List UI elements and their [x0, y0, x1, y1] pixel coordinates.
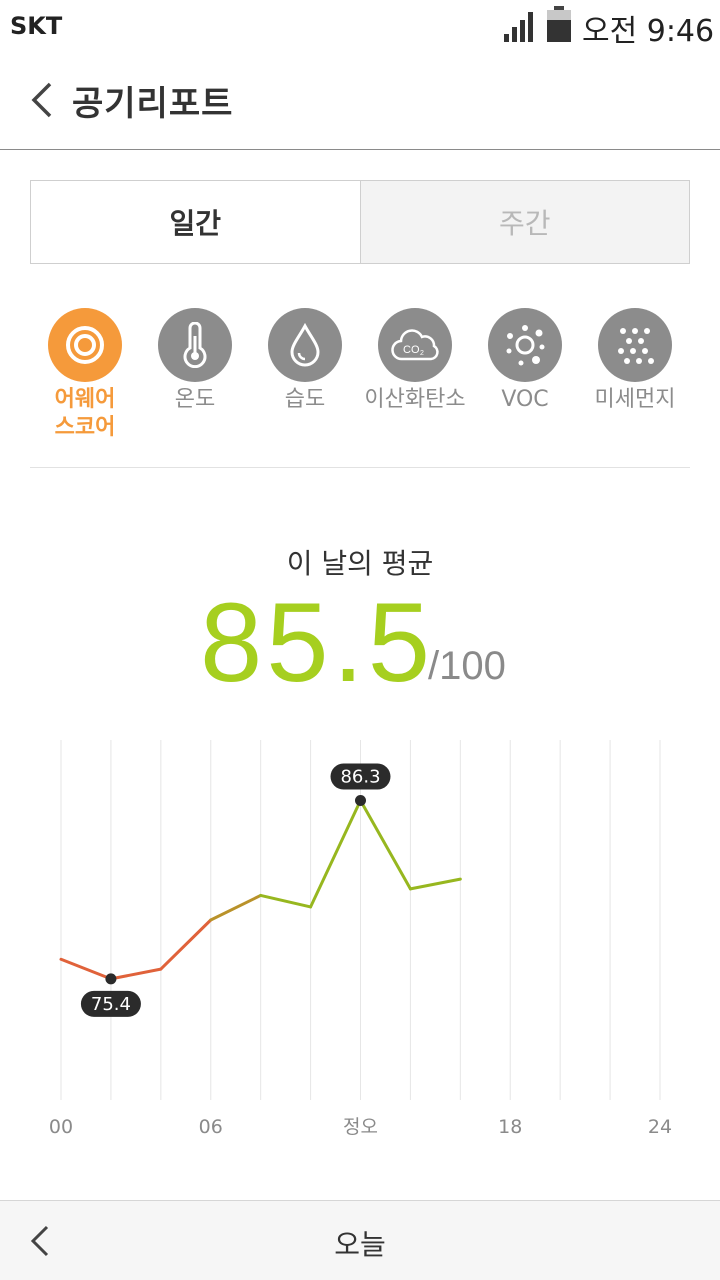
x-tick-label: 18 [498, 1116, 522, 1138]
co2-cloud-icon: CO 2 [391, 329, 439, 361]
metric-label: 이산화탄소 [364, 387, 466, 412]
back-button[interactable] [22, 78, 62, 122]
series-segment [408, 877, 462, 891]
water-drop-icon [290, 323, 320, 367]
series-segment [109, 967, 163, 981]
tab-daily[interactable]: 일간 [31, 181, 360, 263]
metric-awair-score[interactable]: 어웨어 스코어 [30, 308, 140, 442]
metric-icon-circle: CO 2 [378, 308, 452, 382]
thermometer-icon [183, 322, 207, 368]
data-label: 75.4 [91, 994, 131, 1015]
series-segment [159, 918, 213, 971]
metric-icon-circle [48, 308, 122, 382]
series-segment [359, 799, 412, 891]
metric-icon-circle [488, 308, 562, 382]
metric-label: 습도 [284, 387, 326, 412]
data-point-marker [105, 973, 117, 985]
tab-weekly[interactable]: 주간 [359, 181, 689, 263]
voc-molecules-icon [506, 325, 545, 366]
metric-co2[interactable]: CO 2 이산화탄소 [360, 308, 470, 414]
series-segment [59, 957, 113, 981]
metric-label: VOC [501, 387, 549, 412]
metric-icon-circle [268, 308, 342, 382]
status-bar: SKT 오전 9:46 [0, 0, 720, 50]
average-score-max: /100 [428, 644, 506, 688]
metric-label: 온도 [174, 387, 216, 412]
chevron-left-icon [31, 82, 52, 118]
metric-humidity[interactable]: 습도 [250, 308, 360, 414]
metric-selector: 어웨어 스코어 온도 습도 CO 2 이산화탄소 VOC 미세먼지 [30, 308, 690, 448]
current-date-label: 오늘 [334, 1228, 386, 1261]
awair-score-line-chart: 00 06 정오 18 24 75.4 86.3 [49, 740, 672, 1138]
x-tick-label: 정오 [343, 1116, 378, 1138]
metric-fine-dust[interactable]: 미세먼지 [580, 308, 690, 414]
x-tick-label: 24 [648, 1116, 672, 1138]
series-segment [259, 893, 313, 909]
x-tick-label: 00 [49, 1116, 73, 1138]
series-segment [209, 893, 263, 922]
page-title: 공기리포트 [72, 84, 234, 124]
metric-icon-circle [598, 308, 672, 382]
section-divider [30, 467, 690, 468]
clock: 오전 9:46 [582, 14, 715, 49]
metric-label: 어웨어 스코어 [54, 387, 116, 440]
metric-icon-circle [158, 308, 232, 382]
series-segment [309, 799, 362, 909]
svg-text:CO: CO [403, 344, 420, 356]
svg-text:2: 2 [420, 350, 424, 357]
dust-dots-icon [618, 328, 654, 364]
average-score: 85.5 /100 [0, 578, 720, 708]
average-label: 이 날의 평균 [286, 547, 434, 580]
carrier-name: SKT [10, 12, 63, 40]
period-tabs: 일간 주간 [30, 180, 690, 264]
x-tick-label: 06 [199, 1116, 223, 1138]
data-point-marker [355, 795, 366, 807]
metric-label: 미세먼지 [594, 387, 676, 412]
app-header: 공기리포트 [0, 50, 720, 150]
metric-voc[interactable]: VOC [470, 308, 580, 414]
battery-icon [547, 6, 571, 42]
metric-temperature[interactable]: 온도 [140, 308, 250, 414]
date-navigation-bar: 오늘 [0, 1200, 720, 1280]
average-score-value: 85.5 [200, 580, 434, 705]
target-ring-icon [66, 326, 104, 364]
data-label: 86.3 [340, 767, 380, 788]
signal-icon [504, 12, 533, 42]
